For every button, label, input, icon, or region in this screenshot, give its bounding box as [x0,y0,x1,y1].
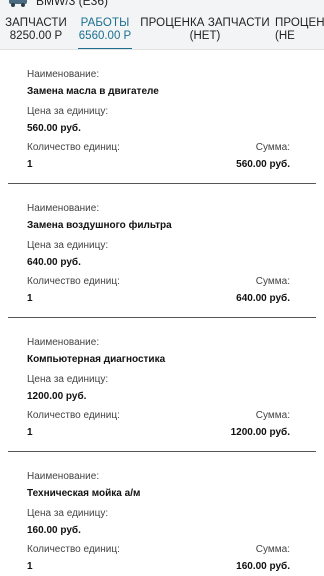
tab-works-title: РАБОТЫ [80,17,130,29]
list-item[interactable]: Наименование: Техническая мойка а/м Цена… [8,452,316,576]
tab-parts-pricing-status: (НЕТ) [189,30,221,42]
unit-price-value: 560.00 руб. [27,123,81,134]
unit-price-value: 640.00 руб. [27,257,81,268]
list-item[interactable]: Наименование: Замена воздушного фильтра … [8,184,316,318]
tab-parts[interactable]: ЗАПЧАСТИ 8250.00 Р [0,12,72,49]
name-label: Наименование: [27,69,100,80]
unit-price-label: Цена за единицу: [27,508,109,519]
unit-price-label: Цена за единицу: [27,106,109,117]
app-bar: BMW/3 (E36) [0,0,324,12]
works-list: Наименование: Замена масла в двигателе Ц… [0,50,324,576]
quantity-value: 1 [27,159,33,170]
sum-label: Сумма: [255,276,290,287]
unit-price-label: Цена за единицу: [27,374,109,385]
sum-label: Сумма: [255,142,290,153]
quantity-value: 1 [27,293,33,304]
tab-pricing-status: (НЕ [275,30,295,42]
app-bar-title: BMW/3 (E36) [36,0,109,8]
sum-value: 160.00 руб. [236,561,290,572]
list-item[interactable]: Наименование: Компьютерная диагностика Ц… [8,318,316,452]
tab-bar: ЗАПЧАСТИ 8250.00 Р РАБОТЫ 6560.00 Р ПРОЦ… [0,12,324,50]
sum-value: 640.00 руб. [236,293,290,304]
sum-label: Сумма: [255,544,290,555]
tab-works-total: 6560.00 Р [78,30,132,42]
work-name: Замена масла в двигателе [27,86,159,97]
name-label: Наименование: [27,471,100,482]
tab-pricing-title: ПРОЦЕНКА [275,17,324,29]
sum-value: 560.00 руб. [236,159,290,170]
tab-works[interactable]: РАБОТЫ 6560.00 Р [72,12,138,49]
unit-price-value: 160.00 руб. [27,525,81,536]
tab-pricing[interactable]: ПРОЦЕНКА (НЕ [272,12,324,49]
sum-label: Сумма: [255,410,290,421]
unit-price-label: Цена за единицу: [27,240,109,251]
unit-price-value: 1200.00 руб. [27,391,87,402]
list-item[interactable]: Наименование: Замена масла в двигателе Ц… [8,50,316,184]
quantity-label: Количество единиц: [27,544,120,555]
quantity-value: 1 [27,561,33,572]
tab-parts-title: ЗАПЧАСТИ [5,17,67,29]
car-icon [9,0,27,7]
work-name: Компьютерная диагностика [27,354,166,365]
tab-parts-pricing[interactable]: ПРОЦЕНКА ЗАПЧАСТИ (НЕТ) [138,12,272,49]
work-name: Техническая мойка а/м [27,488,141,499]
tab-parts-pricing-title: ПРОЦЕНКА ЗАПЧАСТИ [140,17,270,29]
quantity-label: Количество единиц: [27,410,120,421]
sum-value: 1200.00 руб. [230,427,290,438]
quantity-label: Количество единиц: [27,142,120,153]
name-label: Наименование: [27,203,100,214]
name-label: Наименование: [27,337,100,348]
quantity-label: Количество единиц: [27,276,120,287]
tab-parts-total: 8250.00 Р [9,30,63,42]
quantity-value: 1 [27,427,33,438]
work-name: Замена воздушного фильтра [27,220,172,231]
